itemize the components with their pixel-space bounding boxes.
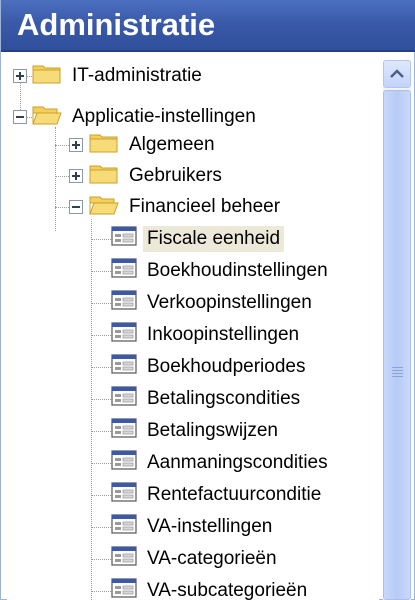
tree-node-label: Financieel beheer [129, 196, 281, 217]
tree-node-label: VA-categorieën [147, 548, 277, 569]
navigation-tree[interactable]: IT-administratie Applicatie-instellingen [7, 54, 379, 600]
collapse-button[interactable] [13, 110, 27, 124]
scroll-thumb[interactable] [383, 90, 411, 600]
tree-node-form[interactable]: Fiscale eenheid [7, 223, 285, 255]
folder-open-icon [32, 103, 62, 131]
tree-node-label: Betalingswijzen [147, 420, 278, 441]
administration-panel: Administratie IT-administratie Applicati… [0, 0, 415, 600]
tree-node-label: Boekhoudinstellingen [147, 260, 328, 281]
tree-node-form[interactable]: Verkoopinstellingen [7, 287, 316, 319]
expand-button[interactable] [69, 169, 83, 183]
folder-icon [89, 162, 119, 190]
tree-node-form[interactable]: VA-categorieën [7, 543, 281, 575]
tree-node-form[interactable]: VA-instellingen [7, 511, 276, 543]
folder-icon [89, 131, 119, 159]
tree-node-form[interactable]: Betalingscondities [7, 383, 304, 415]
tree-node-label: Rentefactuurconditie [147, 484, 322, 505]
form-icon [111, 354, 137, 380]
form-icon [111, 546, 137, 572]
tree-node-form[interactable]: Boekhoudinstellingen [7, 255, 332, 287]
tree-node-form[interactable]: Betalingswijzen [7, 415, 282, 447]
form-icon [111, 514, 137, 540]
tree-node-label: Applicatie-instellingen [72, 106, 256, 127]
collapse-button[interactable] [69, 200, 83, 214]
form-icon [111, 450, 137, 476]
tree-node-label: Boekhoudperiodes [147, 356, 306, 377]
form-icon [111, 578, 137, 600]
tree-node-label: Aanmaningscondities [147, 452, 328, 473]
form-icon [111, 482, 137, 508]
panel-title: Administratie [17, 7, 216, 42]
form-icon [111, 226, 137, 252]
tree-node-algemeen[interactable]: Algemeen [7, 129, 219, 161]
tree-node-label: Algemeen [129, 134, 215, 155]
tree-node-form[interactable]: Boekhoudperiodes [7, 351, 309, 383]
folder-open-icon [89, 193, 119, 221]
tree-node-form[interactable]: Rentefactuurconditie [7, 479, 325, 511]
tree-node-label: Betalingscondities [147, 388, 301, 409]
tree-node-form[interactable]: Inkoopinstellingen [7, 319, 303, 351]
form-icon [111, 386, 137, 412]
tree-node-financieel-beheer[interactable]: Financieel beheer [7, 191, 284, 223]
tree-node-form[interactable]: Aanmaningscondities [7, 447, 332, 479]
tree-node-label: VA-instellingen [147, 516, 273, 537]
form-icon [111, 418, 137, 444]
form-icon [111, 290, 137, 316]
vertical-scrollbar[interactable] [383, 60, 411, 600]
tree-node-it-administratie[interactable]: IT-administratie [7, 60, 206, 92]
tree-node-label: Gebruikers [129, 165, 222, 186]
tree-node-form[interactable]: VA-subcategorieën [7, 575, 311, 600]
tree-node-label: Fiscale eenheid [143, 226, 285, 252]
chevron-up-icon [390, 69, 404, 78]
expand-button[interactable] [13, 69, 27, 83]
panel-header: Administratie [1, 0, 415, 52]
form-icon [111, 322, 137, 348]
form-icon [111, 258, 137, 284]
tree-node-label: Verkoopinstellingen [147, 292, 312, 313]
tree-node-gebruikers[interactable]: Gebruikers [7, 160, 226, 192]
tree-node-label: IT-administratie [72, 65, 202, 86]
scroll-up-button[interactable] [383, 60, 411, 88]
tree-node-label: VA-subcategorieën [147, 580, 308, 600]
tree-node-label: Inkoopinstellingen [147, 324, 300, 345]
folder-icon [32, 62, 62, 90]
expand-button[interactable] [69, 138, 83, 152]
